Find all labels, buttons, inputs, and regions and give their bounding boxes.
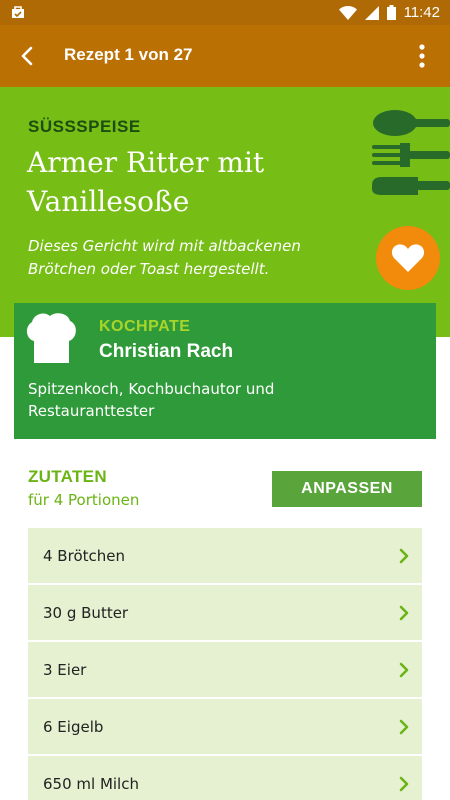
ingredient-row[interactable]: 6 Eigelb [28,699,422,754]
more-vert-icon [419,44,425,68]
arrow-back-icon [21,46,33,66]
heart-icon [391,244,425,272]
back-button[interactable] [12,41,42,71]
signal-icon [364,5,379,20]
page-title: Rezept 1 von 27 [64,45,193,64]
chef-description: Spitzenkoch, Kochbuchautor und Restauran… [28,380,275,420]
adjust-button[interactable]: ANPASSEN [272,471,422,507]
recipe-title: Armer Ritter mit Vanillesoße [27,146,265,218]
ingredient-text: 4 Brötchen [43,546,125,565]
chevron-right-icon [399,662,409,677]
status-bar: 11:42 [0,0,450,25]
ingredients-heading: ZUTATEN [28,467,107,486]
battery-icon [386,5,396,20]
chevron-right-icon [399,548,409,563]
chef-name: Christian Rach [99,341,234,362]
chef-card[interactable]: KOCHPATE Christian Rach Spitzenkoch, Koc… [14,303,436,439]
ingredient-row[interactable]: 3 Eier [28,642,422,697]
more-options-button[interactable] [410,41,434,71]
recipe-header: SÜSSSPEISE Armer Ritter mit Vanillesoße … [0,87,450,337]
ingredient-text: 30 g Butter [43,603,129,622]
ingredient-text: 6 Eigelb [43,717,104,736]
favorite-button[interactable] [376,226,440,290]
chevron-right-icon [399,776,409,791]
wifi-icon [338,5,357,20]
notification-bag-icon [12,6,24,18]
portions-text: für 4 Portionen [28,491,140,509]
ingredient-text: 650 ml Milch [43,774,139,793]
ingredient-row[interactable]: 650 ml Milch [28,756,422,800]
ingredient-list: 4 Brötchen 30 g Butter 3 Eier 6 Eigelb 6… [28,528,422,800]
chef-hat-icon [26,313,76,363]
ingredient-row[interactable]: 30 g Butter [28,585,422,640]
recipe-category: SÜSSSPEISE [28,117,141,136]
chevron-right-icon [399,605,409,620]
ingredient-row[interactable]: 4 Brötchen [28,528,422,583]
app-bar: Rezept 1 von 27 [0,25,450,87]
chef-label: KOCHPATE [99,318,191,335]
status-time: 11:42 [403,4,440,21]
ingredient-text: 3 Eier [43,660,87,679]
cutlery-icon [372,110,450,195]
chevron-right-icon [399,719,409,734]
recipe-description: Dieses Gericht wird mit altbackenen Bröt… [28,237,301,278]
